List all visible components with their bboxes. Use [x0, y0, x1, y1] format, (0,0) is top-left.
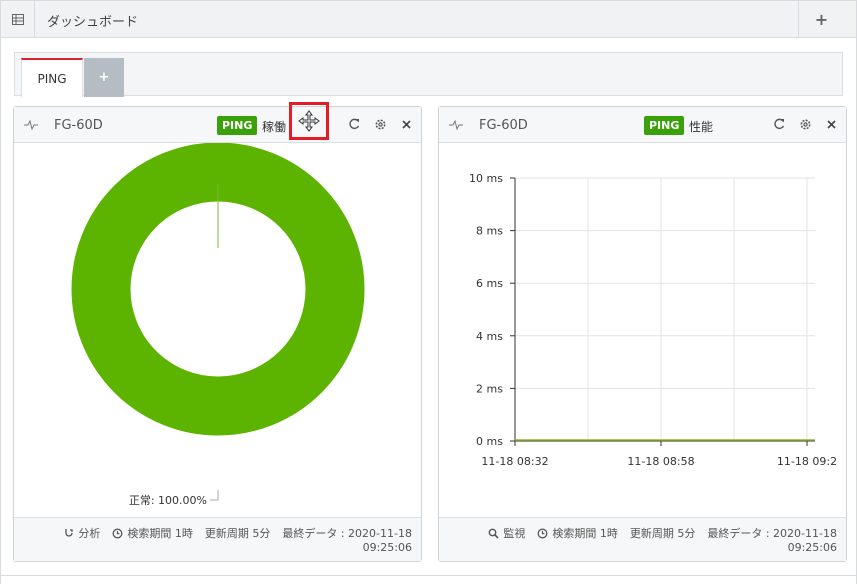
device-name: FG-60D [54, 118, 103, 133]
tab-ping[interactable]: PING [21, 58, 83, 97]
x-tick-label: 11-18 08:58 [627, 455, 694, 468]
last-data-time: 09:25:06 [362, 541, 412, 554]
slice-label-leader [210, 490, 219, 501]
widget-footer: 分析 検索期間 1時 更新周期 5分 最終データ : 2020-11-18 09… [14, 517, 421, 561]
move-icon [298, 110, 320, 132]
tab-strip: PING + [14, 52, 843, 97]
last-data-time: 09:25:06 [787, 541, 837, 554]
search-icon[interactable] [488, 528, 499, 539]
uptime-widget: FG-60D PING 稼働 正常: 100.00% 分析 検索期間 1時 更新… [13, 102, 422, 562]
search-period: 検索期間 1時 [127, 527, 193, 540]
ping-badge: PING [217, 116, 258, 135]
y-tick-label: 10 ms [469, 172, 503, 185]
y-tick-label: 8 ms [476, 225, 503, 238]
ping-latency-chart: 0 ms 2 ms 4 ms 6 ms 8 ms 10 ms 11-18 08:32 11-1… [469, 172, 837, 468]
clock-icon [112, 528, 123, 539]
gear-icon[interactable] [798, 117, 812, 131]
widget-header[interactable]: FG-60D PING 稼働 [14, 102, 421, 143]
uptime-donut-chart: 正常: 100.00% [71, 143, 365, 507]
pulse-icon [24, 119, 38, 131]
slice-label: 正常: 100.00% [129, 494, 207, 507]
grid-menu-button[interactable] [1, 1, 35, 37]
close-icon[interactable] [399, 117, 413, 131]
page-title: ダッシュボード [47, 15, 139, 30]
dashboard-header: ダッシュボード + [0, 0, 857, 38]
y-tick-label: 0 ms [476, 435, 503, 448]
refresh-interval: 更新周期 5分 [204, 527, 271, 540]
widget-title: 性能 [689, 120, 714, 134]
y-tick-label: 4 ms [476, 330, 503, 343]
pulse-icon [449, 119, 463, 131]
widget-footer: 監視 検索期間 1時 更新周期 5分 最終データ : 2020-11-18 09… [439, 517, 846, 561]
search-period: 検索期間 1時 [552, 527, 618, 540]
ping-badge: PING [644, 116, 685, 135]
page-bottom-border [0, 575, 857, 576]
analysis-icon[interactable] [63, 528, 74, 539]
analysis-link[interactable]: 分析 [78, 525, 100, 541]
refresh-icon[interactable] [347, 117, 361, 131]
grid-icon [11, 13, 24, 25]
close-icon[interactable] [824, 117, 838, 131]
last-data-date: 最終データ : 2020-11-18 [707, 527, 837, 540]
clock-icon [537, 528, 548, 539]
x-tick-label: 11-18 09:2 [777, 455, 837, 468]
widget-header[interactable]: FG-60D PING 性能 [439, 107, 846, 143]
performance-widget: FG-60D PING 性能 0 ms 2 ms 4 ms 6 ms 8 ms 10 ms… [438, 106, 847, 562]
refresh-interval: 更新周期 5分 [629, 527, 696, 540]
add-tab-button[interactable]: + [84, 58, 124, 97]
last-data-date: 最終データ : 2020-11-18 [282, 527, 412, 540]
gear-icon[interactable] [373, 117, 387, 131]
add-dashboard-button[interactable]: + [798, 1, 844, 37]
monitor-link[interactable]: 監視 [503, 525, 525, 541]
y-tick-label: 2 ms [476, 382, 503, 395]
widget-title: 稼働 [262, 120, 287, 134]
device-name: FG-60D [479, 118, 528, 133]
move-handle-highlight[interactable] [289, 102, 329, 140]
x-tick-label: 11-18 08:32 [481, 455, 548, 468]
y-tick-label: 6 ms [476, 277, 503, 290]
refresh-icon[interactable] [772, 117, 786, 131]
